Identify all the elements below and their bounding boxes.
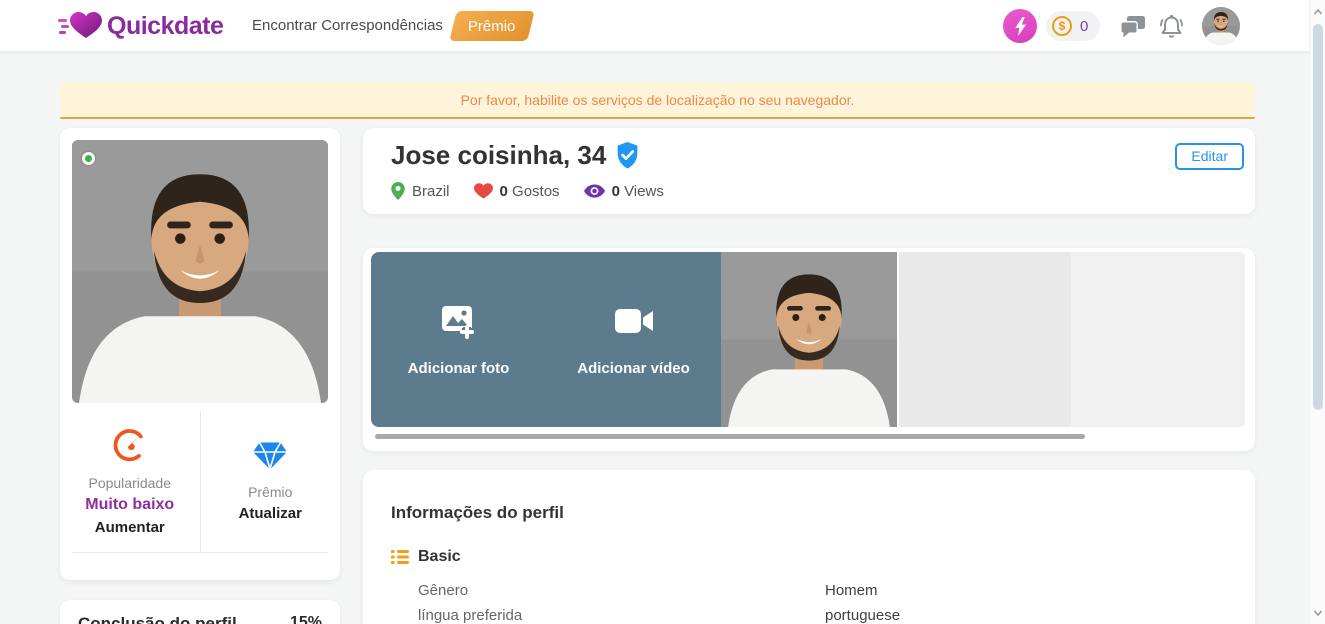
info-row-language: língua preferida portuguese xyxy=(418,607,1228,624)
premium-label: Prêmio xyxy=(248,484,292,500)
popularity-block[interactable]: Popularidade Muito baixo Aumentar xyxy=(60,411,200,552)
top-navbar: Quickdate Encontrar Correspondências Prê… xyxy=(0,0,1309,52)
wallet-count: 0 xyxy=(1080,18,1088,35)
messages-icon[interactable] xyxy=(1120,16,1145,39)
info-card-title: Informações do perfil xyxy=(391,503,564,523)
profile-header-card: Jose coisinha, 34 Brazil 0 Gostos xyxy=(363,128,1255,214)
likes-heart-icon xyxy=(474,183,493,200)
location-warning-banner: Por favor, habilite os serviços de local… xyxy=(60,82,1255,119)
diamond-icon xyxy=(252,441,288,471)
wallet-balance[interactable]: $ 0 xyxy=(1046,11,1100,41)
views-label: Views xyxy=(624,183,664,200)
info-value: Homem xyxy=(825,582,878,599)
add-video-icon xyxy=(614,302,654,340)
user-avatar[interactable] xyxy=(1202,7,1240,45)
premium-block[interactable]: Prêmio Atualizar xyxy=(200,411,341,552)
upload-zone: Adicionar foto Adicionar vídeo xyxy=(371,252,721,427)
gallery-photo[interactable] xyxy=(721,252,897,427)
banner-text: Por favor, habilite os serviços de local… xyxy=(461,92,855,108)
views-eye-icon xyxy=(584,184,605,198)
edit-profile-button[interactable]: Editar xyxy=(1175,143,1244,170)
heart-logo-icon xyxy=(58,8,102,44)
likes-count: 0 xyxy=(500,183,508,200)
notifications-icon[interactable] xyxy=(1159,14,1184,40)
views-count: 0 xyxy=(612,183,620,200)
nav-premium-badge[interactable]: Prêmio xyxy=(449,11,534,41)
add-video-label: Adicionar vídeo xyxy=(577,360,690,377)
verified-badge-icon xyxy=(615,142,640,169)
coin-icon: $ xyxy=(1052,16,1072,36)
add-photo-icon xyxy=(439,302,479,340)
scrollbar-thumb[interactable] xyxy=(1313,24,1323,410)
info-value: portuguese xyxy=(825,607,900,624)
profile-completion-card: Conclusão do perfil 15% xyxy=(60,600,340,624)
info-label: Gênero xyxy=(418,582,825,599)
likes-label: Gostos xyxy=(512,183,560,200)
info-row-gender: Gênero Homem xyxy=(418,582,1228,599)
gallery-placeholder xyxy=(1071,252,1245,427)
completion-label: Conclusão do perfil xyxy=(78,614,237,624)
boost-button[interactable] xyxy=(1003,9,1037,43)
likes-item: 0 Gostos xyxy=(474,183,560,200)
profile-name: Jose coisinha, 34 xyxy=(391,140,606,171)
popularity-label: Popularidade xyxy=(88,475,171,491)
lightning-icon xyxy=(1013,17,1028,36)
info-label: língua preferida xyxy=(418,607,825,624)
gauge-icon xyxy=(113,428,147,462)
basic-section-header: Basic xyxy=(391,548,461,566)
views-item: 0 Views xyxy=(584,183,664,200)
popularity-premium-section: Popularidade Muito baixo Aumentar Prêmio… xyxy=(60,411,340,552)
location-item: Brazil xyxy=(391,182,450,200)
profile-photo-card: Popularidade Muito baixo Aumentar Prêmio… xyxy=(60,128,340,580)
completion-percentage: 15% xyxy=(290,614,322,624)
premium-upgrade-link[interactable]: Atualizar xyxy=(239,505,302,522)
online-status-dot xyxy=(82,152,95,165)
gallery-placeholder xyxy=(897,252,1071,427)
window-scrollbar[interactable] xyxy=(1309,0,1325,624)
premium-badge-label: Prêmio xyxy=(468,18,516,35)
gallery-scrollbar-thumb[interactable] xyxy=(375,434,1085,439)
add-photo-button[interactable]: Adicionar foto xyxy=(371,302,546,377)
profile-photo[interactable] xyxy=(72,140,328,403)
scroll-up-icon[interactable] xyxy=(1313,7,1323,17)
brand-name: Quickdate xyxy=(107,12,223,41)
basic-section-label: Basic xyxy=(418,548,461,566)
add-video-button[interactable]: Adicionar vídeo xyxy=(546,302,721,377)
card-divider xyxy=(72,552,328,553)
nav-find-matches-link[interactable]: Encontrar Correspondências xyxy=(252,17,443,34)
list-icon xyxy=(391,549,409,565)
popularity-value: Muito baixo xyxy=(85,496,174,514)
popularity-increase-link[interactable]: Aumentar xyxy=(95,519,165,536)
media-gallery-card: Adicionar foto Adicionar vídeo xyxy=(363,248,1255,451)
media-strip: Adicionar foto Adicionar vídeo xyxy=(371,252,1247,427)
add-photo-label: Adicionar foto xyxy=(408,360,510,377)
location-text: Brazil xyxy=(412,183,450,200)
scroll-down-icon[interactable] xyxy=(1313,608,1323,618)
location-pin-icon xyxy=(391,182,405,200)
profile-info-card: Informações do perfil Basic Gênero Homem… xyxy=(363,470,1255,624)
brand-logo[interactable]: Quickdate xyxy=(58,8,223,44)
